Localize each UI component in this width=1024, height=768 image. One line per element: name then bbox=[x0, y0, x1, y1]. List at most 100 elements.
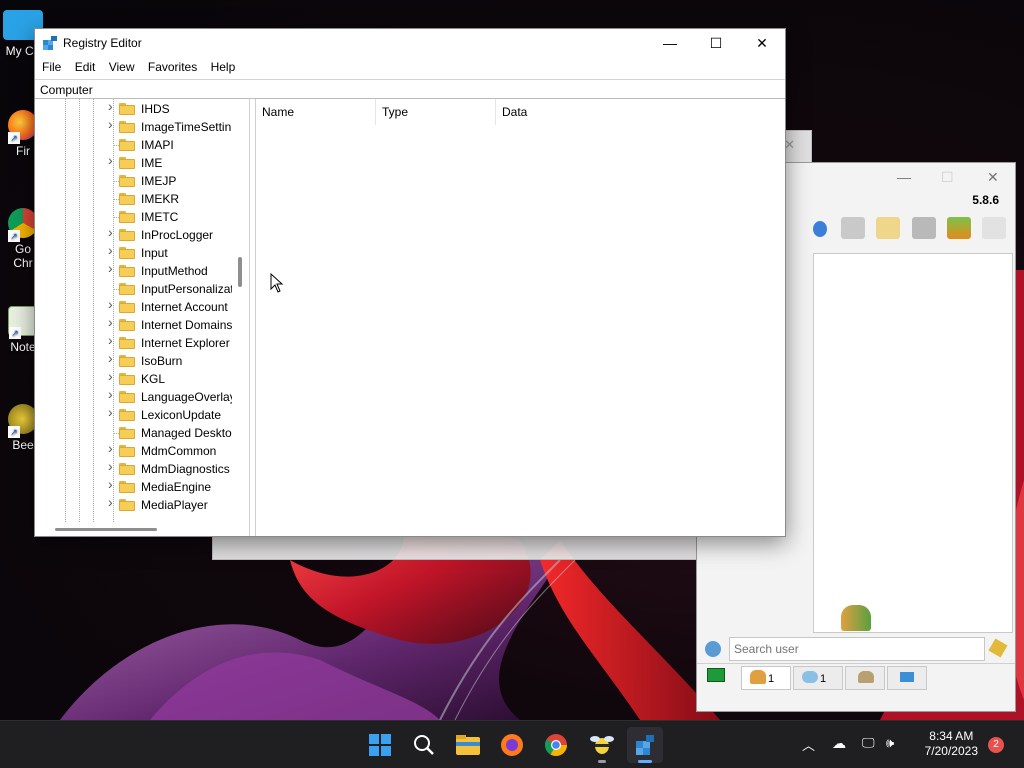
menu-view[interactable]: View bbox=[104, 57, 140, 77]
key-tree[interactable]: › IHDS › ImageTimeSettin IMAPI › IME IMEJP IMEKR… bbox=[35, 99, 250, 536]
notification-badge[interactable]: 2 bbox=[988, 737, 1004, 753]
tab-groups[interactable] bbox=[845, 666, 885, 690]
window-titlebar[interactable]: Registry Editor — ☐ ✕ bbox=[35, 29, 785, 57]
expand-chevron-icon[interactable]: › bbox=[108, 226, 116, 239]
tree-item[interactable]: › MediaPlayer bbox=[35, 496, 232, 514]
clock[interactable]: 8:34 AM 7/20/2023 bbox=[925, 729, 978, 759]
tree-vertical-scrollbar[interactable] bbox=[232, 99, 249, 522]
taskbar-registry-editor[interactable] bbox=[627, 727, 663, 763]
tree-item-label: Internet Explorer bbox=[141, 336, 230, 350]
tree-item[interactable]: IMEJP bbox=[35, 172, 232, 190]
network-status-icon[interactable] bbox=[707, 668, 725, 682]
tree-item[interactable]: › IsoBurn bbox=[35, 352, 232, 370]
menu-help[interactable]: Help bbox=[206, 57, 241, 77]
tab-network[interactable] bbox=[887, 666, 927, 690]
clear-search-icon[interactable] bbox=[988, 638, 1008, 658]
tree-item[interactable]: › ImageTimeSettin bbox=[35, 118, 232, 136]
expand-chevron-icon[interactable]: › bbox=[108, 442, 116, 455]
tree-item[interactable]: IMETC bbox=[35, 208, 232, 226]
tree-item[interactable]: › IHDS bbox=[35, 100, 232, 118]
taskbar-search-button[interactable] bbox=[406, 727, 442, 763]
minimize-button[interactable]: — bbox=[647, 29, 693, 57]
tree-item[interactable]: › InputMethod bbox=[35, 262, 232, 280]
user-list bbox=[813, 253, 1013, 633]
tree-item[interactable]: › Internet Explorer bbox=[35, 334, 232, 352]
chat-maximize-button[interactable]: ☐ bbox=[941, 169, 954, 186]
expand-chevron-icon[interactable]: › bbox=[108, 478, 116, 491]
column-header-name[interactable]: Name bbox=[256, 99, 376, 125]
maximize-button[interactable]: ☐ bbox=[693, 29, 739, 57]
scrollbar-thumb[interactable] bbox=[238, 257, 242, 287]
column-header-type[interactable]: Type bbox=[376, 99, 496, 125]
trash-icon[interactable] bbox=[982, 217, 1007, 239]
expand-chevron-icon[interactable]: › bbox=[108, 352, 116, 365]
folder-icon bbox=[119, 283, 135, 295]
taskbar-file-explorer[interactable] bbox=[450, 727, 486, 763]
start-button[interactable] bbox=[362, 727, 398, 763]
tree-item[interactable]: Managed Desktop bbox=[35, 424, 232, 442]
tree-item[interactable]: › InProcLogger bbox=[35, 226, 232, 244]
expand-chevron-icon[interactable]: › bbox=[108, 370, 116, 383]
expand-chevron-icon[interactable]: › bbox=[108, 388, 116, 401]
tree-item[interactable]: › KGL bbox=[35, 370, 232, 388]
chat-close-button[interactable]: ✕ bbox=[987, 169, 999, 186]
address-bar[interactable]: Computer bbox=[35, 79, 785, 99]
tree-item[interactable]: › MdmCommon bbox=[35, 442, 232, 460]
expand-chevron-icon[interactable]: › bbox=[108, 334, 116, 347]
mail-icon[interactable] bbox=[841, 217, 865, 239]
tab-users[interactable]: 1 bbox=[741, 666, 791, 690]
beebeep-icon bbox=[590, 736, 614, 754]
close-button[interactable]: ✕ bbox=[739, 29, 785, 57]
chat-minimize-button[interactable]: — bbox=[897, 169, 911, 185]
expand-chevron-icon[interactable]: › bbox=[108, 118, 116, 131]
onedrive-cloud-icon[interactable]: ☁ bbox=[832, 735, 846, 752]
folder-icon bbox=[119, 121, 135, 133]
column-header-data[interactable]: Data bbox=[496, 99, 636, 125]
tree-item[interactable]: › IME bbox=[35, 154, 232, 172]
update-icon[interactable] bbox=[947, 217, 972, 239]
expand-chevron-icon[interactable]: › bbox=[108, 496, 116, 509]
tree-item-label: IHDS bbox=[141, 102, 170, 116]
folder-icon bbox=[119, 139, 135, 151]
values-pane[interactable]: Name Type Data bbox=[255, 99, 785, 536]
expand-chevron-icon[interactable]: › bbox=[108, 154, 116, 167]
expand-chevron-icon[interactable]: › bbox=[108, 406, 116, 419]
tab-count: 1 bbox=[768, 673, 775, 685]
tree-item[interactable]: › LanguageOverlay bbox=[35, 388, 232, 406]
scrollbar-thumb[interactable] bbox=[55, 528, 157, 531]
search-user-input[interactable] bbox=[729, 637, 985, 661]
search-row bbox=[703, 637, 1009, 661]
expand-chevron-icon[interactable]: › bbox=[108, 460, 116, 473]
tree-item[interactable]: › LexiconUpdate bbox=[35, 406, 232, 424]
editor-panes: › IHDS › ImageTimeSettin IMAPI › IME IMEJP IMEKR… bbox=[35, 99, 785, 536]
taskbar-beebeep[interactable] bbox=[584, 727, 620, 763]
search-options-icon[interactable] bbox=[705, 641, 721, 657]
volume-icon[interactable]: 🕪 bbox=[886, 735, 894, 751]
info-icon[interactable] bbox=[813, 221, 827, 237]
edit-pencil-icon[interactable] bbox=[876, 217, 901, 239]
menu-edit[interactable]: Edit bbox=[70, 57, 101, 77]
tree-item[interactable]: InputPersonalizat bbox=[35, 280, 232, 298]
tree-item[interactable]: › Internet Domains bbox=[35, 316, 232, 334]
taskbar-chrome[interactable] bbox=[538, 727, 574, 763]
tree-item[interactable]: › MediaEngine bbox=[35, 478, 232, 496]
tree-horizontal-scrollbar[interactable] bbox=[35, 522, 233, 536]
menu-favorites[interactable]: Favorites bbox=[143, 57, 202, 77]
expand-chevron-icon[interactable]: › bbox=[108, 316, 116, 329]
taskbar-firefox[interactable] bbox=[494, 727, 530, 763]
tree-item[interactable]: › Input bbox=[35, 244, 232, 262]
expand-chevron-icon[interactable]: › bbox=[108, 244, 116, 257]
show-hidden-icons-chevron-icon[interactable]: ︿ bbox=[802, 735, 815, 754]
tree-item[interactable]: IMAPI bbox=[35, 136, 232, 154]
network-icon[interactable]: 🖵 bbox=[862, 735, 875, 751]
tab-chats[interactable]: 1 bbox=[793, 666, 843, 690]
tree-item[interactable]: IMEKR bbox=[35, 190, 232, 208]
tools-icon[interactable] bbox=[911, 217, 936, 239]
menu-file[interactable]: File bbox=[37, 57, 66, 77]
tree-item[interactable]: › Internet Account bbox=[35, 298, 232, 316]
tree-item[interactable]: › MdmDiagnostics bbox=[35, 460, 232, 478]
expand-chevron-icon[interactable]: › bbox=[108, 298, 116, 311]
expand-chevron-icon[interactable]: › bbox=[108, 262, 116, 275]
expand-chevron-icon[interactable]: › bbox=[108, 100, 116, 113]
tree-item-label: LanguageOverlay bbox=[141, 390, 232, 404]
